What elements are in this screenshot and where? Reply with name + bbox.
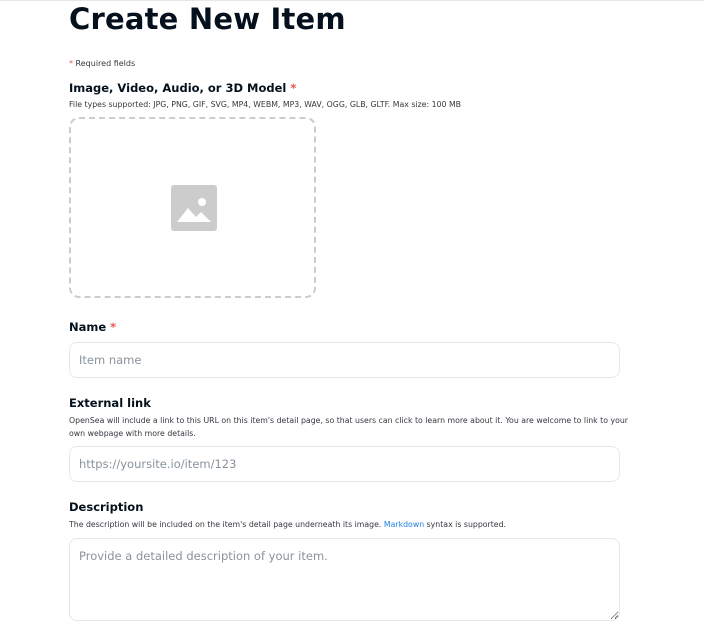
required-asterisk: *	[110, 320, 117, 334]
name-label-text: Name	[69, 320, 107, 334]
media-label-text: Image, Video, Audio, or 3D Model	[69, 81, 287, 95]
description-field-label: Description	[69, 500, 144, 514]
media-dropzone[interactable]	[69, 117, 316, 298]
description-textarea[interactable]	[69, 538, 620, 621]
description-help-text: The description will be included on the …	[69, 519, 629, 532]
external-link-input[interactable]	[69, 446, 620, 482]
required-fields-note: * Required fields	[69, 59, 135, 68]
description-help-prefix: The description will be included on the …	[69, 520, 382, 529]
external-link-help-text: OpenSea will include a link to this URL …	[69, 416, 629, 438]
required-asterisk: *	[69, 59, 73, 68]
item-name-input[interactable]	[69, 342, 620, 378]
image-icon	[171, 185, 217, 231]
name-field-label: Name *	[69, 320, 116, 334]
required-asterisk: *	[290, 81, 297, 95]
description-help-suffix: syntax is supported.	[426, 520, 507, 529]
required-fields-text: Required fields	[75, 59, 136, 68]
page-title: Create New Item	[69, 2, 346, 36]
top-divider	[0, 0, 704, 1]
media-field-label: Image, Video, Audio, or 3D Model *	[69, 81, 296, 95]
external-link-field-label: External link	[69, 396, 151, 410]
markdown-link[interactable]: Markdown	[384, 520, 424, 529]
create-item-page: Create New Item * Required fields Image,…	[0, 0, 704, 628]
media-help-text: File types supported: JPG, PNG, GIF, SVG…	[69, 100, 462, 109]
